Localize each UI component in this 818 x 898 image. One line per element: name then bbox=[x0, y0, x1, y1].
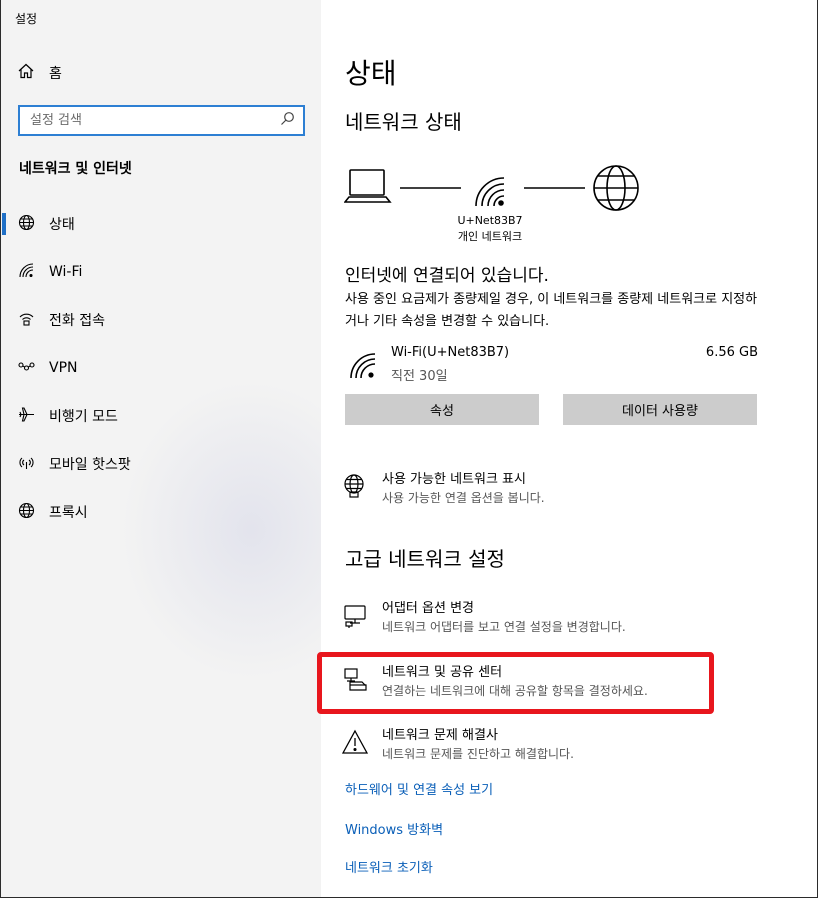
connection-name: Wi-Fi(U+Net83B7) bbox=[391, 345, 510, 360]
hardware-connection-properties-link[interactable]: 하드웨어 및 연결 속성 보기 bbox=[345, 779, 493, 798]
hotspot-icon bbox=[18, 454, 35, 475]
main-content: 상태 네트워크 상태 U+Net83B7 개인 네트워크 인터넷에 연결되어 있… bbox=[317, 0, 817, 897]
sharing-center-option[interactable]: 네트워크 및 공유 센터 연결하는 네트워크에 대해 공유할 항목을 결정하세요… bbox=[342, 664, 648, 700]
wifi-icon bbox=[18, 262, 35, 283]
adapter-options-option[interactable]: 어댑터 옵션 변경 네트워크 어댑터를 보고 연결 설정을 변경합니다. bbox=[342, 600, 626, 636]
sidebar-item-dialup[interactable]: 전화 접속 bbox=[1, 296, 321, 344]
home-icon bbox=[17, 62, 35, 84]
data-usage-button[interactable]: 데이터 사용량 bbox=[563, 394, 757, 425]
connection-status-heading: 인터넷에 연결되어 있습니다. bbox=[345, 266, 549, 286]
airplane-icon bbox=[18, 406, 35, 427]
search-box[interactable] bbox=[18, 105, 305, 136]
dialup-icon bbox=[18, 310, 35, 331]
windows-firewall-link[interactable]: Windows 방화벽 bbox=[345, 819, 443, 838]
sidebar-item-hotspot[interactable]: 모바일 핫스팟 bbox=[1, 440, 321, 488]
network-label: U+Net83B7 개인 네트워크 bbox=[430, 213, 550, 245]
connection-data-usage: 6.56 GB bbox=[705, 345, 758, 360]
sidebar-item-airplane[interactable]: 비행기 모드 bbox=[1, 392, 321, 440]
app-title: 설정 bbox=[15, 12, 38, 26]
vpn-icon bbox=[18, 358, 35, 379]
option-title: 네트워크 문제 해결사 bbox=[382, 728, 498, 743]
connection-period: 직전 30일 bbox=[391, 369, 448, 384]
adapter-monitor-icon bbox=[344, 605, 366, 628]
sidebar: 설정 홈 네트워크 및 인터넷 상태 Wi-Fi bbox=[1, 0, 321, 897]
globe-icon bbox=[18, 214, 35, 235]
home-label: 홈 bbox=[49, 66, 62, 82]
sidebar-item-status[interactable]: 상태 bbox=[1, 200, 321, 248]
home-nav-item[interactable]: 홈 bbox=[17, 62, 62, 84]
network-reset-link[interactable]: 네트워크 초기화 bbox=[345, 857, 433, 876]
sidebar-item-proxy[interactable]: 프록시 bbox=[1, 488, 321, 536]
sidebar-item-label: 비행기 모드 bbox=[49, 409, 118, 425]
wifi-signal-icon bbox=[475, 177, 505, 207]
sidebar-item-vpn[interactable]: VPN bbox=[1, 344, 321, 392]
network-type: 개인 네트워크 bbox=[457, 230, 523, 243]
laptop-icon bbox=[344, 169, 392, 203]
network-status-heading: 네트워크 상태 bbox=[345, 110, 462, 134]
sharing-center-icon bbox=[344, 668, 367, 691]
advanced-settings-heading: 고급 네트워크 설정 bbox=[345, 547, 505, 571]
sidebar-item-label: 상태 bbox=[49, 217, 75, 233]
sidebar-item-label: 전화 접속 bbox=[49, 313, 105, 329]
sidebar-nav: 상태 Wi-Fi 전화 접속 VPN 비행기 모드 모바일 핫스팟 프록시 bbox=[1, 200, 321, 536]
wifi-connection-icon bbox=[350, 353, 376, 379]
properties-button[interactable]: 속성 bbox=[345, 394, 539, 425]
sidebar-item-label: VPN bbox=[49, 360, 78, 376]
network-name: U+Net83B7 bbox=[457, 214, 523, 227]
sidebar-item-wifi[interactable]: Wi-Fi bbox=[1, 248, 321, 296]
option-title: 사용 가능한 네트워크 표시 bbox=[382, 472, 526, 487]
option-description: 네트워크 어댑터를 보고 연결 설정을 변경합니다. bbox=[382, 620, 626, 634]
option-description: 사용 가능한 연결 옵션을 봅니다. bbox=[382, 491, 545, 505]
search-input[interactable] bbox=[30, 113, 280, 128]
troubleshooter-option[interactable]: 네트워크 문제 해결사 네트워크 문제를 진단하고 해결합니다. bbox=[342, 727, 574, 763]
internet-globe-icon bbox=[593, 165, 639, 211]
connection-summary: Wi-Fi(U+Net83B7) 직전 30일 6.56 GB bbox=[344, 344, 758, 384]
show-available-networks-option[interactable]: 사용 가능한 네트워크 표시 사용 가능한 연결 옵션을 봅니다. bbox=[342, 471, 545, 507]
connection-status-description: 사용 중인 요금제가 종량제일 경우, 이 네트워크를 종량제 네트워크로 지정… bbox=[345, 292, 758, 329]
sidebar-item-label: 모바일 핫스팟 bbox=[49, 457, 131, 473]
proxy-globe-icon bbox=[18, 502, 35, 523]
sidebar-item-label: Wi-Fi bbox=[49, 264, 83, 280]
sidebar-item-label: 프록시 bbox=[49, 505, 88, 521]
option-description: 네트워크 문제를 진단하고 해결합니다. bbox=[382, 747, 574, 761]
option-title: 네트워크 및 공유 센터 bbox=[382, 665, 503, 680]
section-title: 네트워크 및 인터넷 bbox=[19, 161, 132, 177]
warning-icon bbox=[342, 729, 368, 754]
page-title: 상태 bbox=[345, 57, 397, 90]
globe-network-icon bbox=[344, 474, 364, 498]
option-title: 어댑터 옵션 변경 bbox=[382, 601, 474, 616]
option-description: 연결하는 네트워크에 대해 공유할 항목을 결정하세요. bbox=[382, 684, 648, 698]
search-icon[interactable] bbox=[280, 111, 295, 130]
